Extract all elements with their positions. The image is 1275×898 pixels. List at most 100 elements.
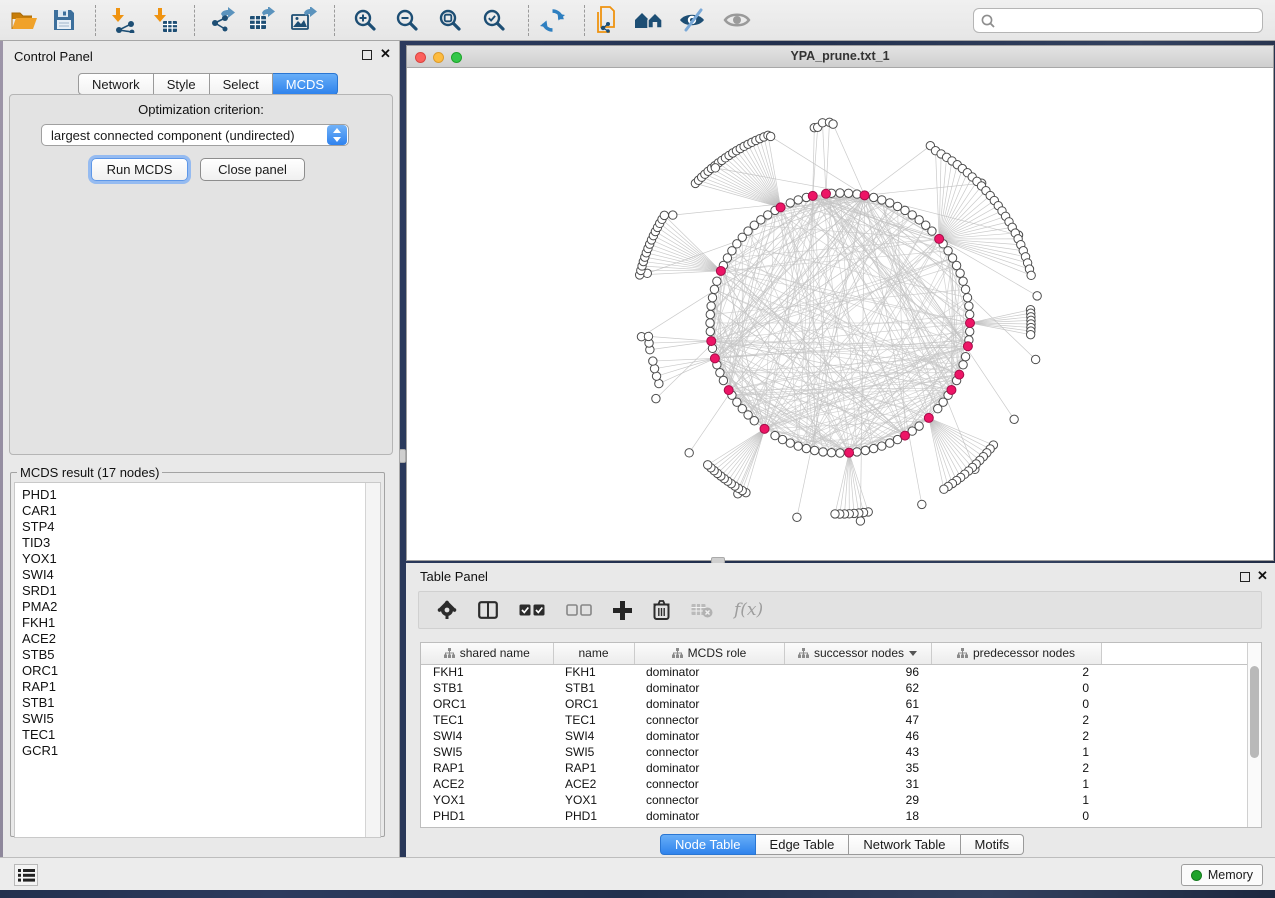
network-graph[interactable] <box>407 68 1273 560</box>
float-panel-icon[interactable] <box>1240 572 1250 582</box>
table-row[interactable]: RAP1 RAP1 dominator 35 2 <box>421 760 1248 776</box>
list-item[interactable]: TEC1 <box>22 727 380 743</box>
select-all-icon[interactable] <box>519 604 545 617</box>
list-item[interactable]: CAR1 <box>22 503 380 519</box>
tab-network[interactable]: Network <box>78 73 154 95</box>
table-row[interactable]: FKH1 FKH1 dominator 96 2 <box>421 664 1248 680</box>
tab-network-table[interactable]: Network Table <box>849 834 960 855</box>
tab-edge-table[interactable]: Edge Table <box>756 834 850 855</box>
mcds-result-list[interactable]: PHD1CAR1STP4TID3YOX1SWI4SRD1PMA2FKH1ACE2… <box>14 482 381 838</box>
save-session-icon[interactable] <box>46 3 82 37</box>
col-mcds-role[interactable]: MCDS role <box>634 643 784 664</box>
zoom-fit-icon[interactable] <box>432 3 468 37</box>
scrollbar[interactable] <box>365 483 380 837</box>
tab-mcds[interactable]: MCDS <box>273 73 338 95</box>
control-panel-title: Control Panel <box>14 49 93 64</box>
add-column-icon[interactable] <box>613 601 632 620</box>
import-table-icon[interactable] <box>148 3 184 37</box>
delete-table-icon[interactable] <box>691 603 713 618</box>
table-options-icon[interactable] <box>437 600 457 620</box>
close-panel-icon[interactable]: ✕ <box>1257 568 1268 584</box>
column-view-icon[interactable] <box>478 601 498 619</box>
list-item[interactable]: ACE2 <box>22 631 380 647</box>
criterion-value: largest connected component (undirected) <box>42 128 327 143</box>
network-window-titlebar[interactable]: YPA_prune.txt_1 <box>407 46 1273 68</box>
status-bar: Memory <box>0 857 1275 890</box>
export-network-icon[interactable] <box>205 3 241 37</box>
table-row[interactable]: TEC1 TEC1 connector 47 2 <box>421 712 1248 728</box>
list-item[interactable]: TID3 <box>22 535 380 551</box>
col-predecessor-nodes[interactable]: predecessor nodes <box>931 643 1101 664</box>
column-type-icon <box>444 648 455 658</box>
control-panel: Control Panel ✕ Network Style Select MCD… <box>3 41 400 857</box>
table-panel-title: Table Panel <box>420 569 488 584</box>
close-panel-button[interactable]: Close panel <box>200 158 305 181</box>
search-input[interactable] <box>1000 13 1262 28</box>
float-panel-icon[interactable] <box>362 50 372 60</box>
memory-button[interactable]: Memory <box>1181 864 1263 886</box>
apply-function-icon[interactable]: f(x) <box>734 600 763 620</box>
zoom-selected-icon[interactable] <box>476 3 512 37</box>
search-icon <box>981 14 995 28</box>
tab-node-table[interactable]: Node Table <box>660 834 756 855</box>
show-all-networks-icon[interactable] <box>632 3 668 37</box>
export-image-icon[interactable] <box>287 3 323 37</box>
scrollbar[interactable] <box>1247 643 1261 827</box>
refresh-layout-icon[interactable] <box>534 3 570 37</box>
show-selected-icon[interactable] <box>719 3 755 37</box>
col-shared-name[interactable]: shared name <box>421 643 553 664</box>
mcds-panel <box>9 94 393 455</box>
list-item[interactable]: SWI4 <box>22 567 380 583</box>
list-item[interactable]: SRD1 <box>22 583 380 599</box>
list-item[interactable]: PHD1 <box>22 487 380 503</box>
zoom-in-icon[interactable] <box>347 3 383 37</box>
network-window-title: YPA_prune.txt_1 <box>407 49 1273 63</box>
table-row[interactable]: ACE2 ACE2 connector 31 1 <box>421 776 1248 792</box>
task-history-button[interactable] <box>14 864 38 886</box>
col-successor-nodes[interactable]: successor nodes <box>784 643 931 664</box>
export-table-icon[interactable] <box>245 3 281 37</box>
zoom-out-icon[interactable] <box>389 3 425 37</box>
table-row[interactable]: ORC1 ORC1 dominator 61 0 <box>421 696 1248 712</box>
table-header-row: shared name name MCDS role successor nod… <box>421 643 1248 664</box>
table-row[interactable]: SWI5 SWI5 connector 43 1 <box>421 744 1248 760</box>
toolbar-separator <box>95 5 96 36</box>
list-item[interactable]: FKH1 <box>22 615 380 631</box>
tab-style[interactable]: Style <box>154 73 210 95</box>
scrollbar-thumb[interactable] <box>1250 666 1259 758</box>
list-item[interactable]: YOX1 <box>22 551 380 567</box>
table-row[interactable]: SWI4 SWI4 dominator 46 2 <box>421 728 1248 744</box>
toolbar-separator <box>528 5 529 36</box>
list-item[interactable]: PMA2 <box>22 599 380 615</box>
list-item[interactable]: STB1 <box>22 695 380 711</box>
import-network-icon[interactable] <box>106 3 142 37</box>
list-item[interactable]: GCR1 <box>22 743 380 759</box>
delete-column-icon[interactable] <box>653 600 670 620</box>
clone-network-icon[interactable] <box>588 3 624 37</box>
table-row[interactable]: YOX1 YOX1 connector 29 1 <box>421 792 1248 808</box>
deselect-all-icon[interactable] <box>566 604 592 617</box>
col-name[interactable]: name <box>553 643 634 664</box>
vertical-splitter-handle[interactable] <box>399 449 406 463</box>
run-mcds-button[interactable]: Run MCDS <box>91 158 188 181</box>
tab-select[interactable]: Select <box>210 73 273 95</box>
criterion-dropdown[interactable]: largest connected component (undirected) <box>41 124 349 146</box>
desktop: Control Panel ✕ Network Style Select MCD… <box>0 0 1275 898</box>
list-item[interactable]: SWI5 <box>22 711 380 727</box>
mcds-result-items: PHD1CAR1STP4TID3YOX1SWI4SRD1PMA2FKH1ACE2… <box>15 483 380 759</box>
table-row[interactable]: PHD1 PHD1 dominator 18 0 <box>421 808 1248 824</box>
control-panel-tabs: Network Style Select MCDS <box>78 73 338 95</box>
search-field[interactable] <box>973 8 1263 33</box>
node-table-grid: shared name name MCDS role successor nod… <box>421 643 1248 824</box>
list-item[interactable]: RAP1 <box>22 679 380 695</box>
network-canvas[interactable] <box>407 68 1273 560</box>
dropdown-stepper-icon <box>327 125 347 145</box>
close-panel-icon[interactable]: ✕ <box>380 46 391 62</box>
tab-motifs[interactable]: Motifs <box>961 834 1025 855</box>
open-file-icon[interactable] <box>6 3 42 37</box>
hide-selected-icon[interactable] <box>674 3 710 37</box>
list-item[interactable]: STB5 <box>22 647 380 663</box>
table-row[interactable]: STB1 STB1 dominator 62 0 <box>421 680 1248 696</box>
list-item[interactable]: ORC1 <box>22 663 380 679</box>
list-item[interactable]: STP4 <box>22 519 380 535</box>
